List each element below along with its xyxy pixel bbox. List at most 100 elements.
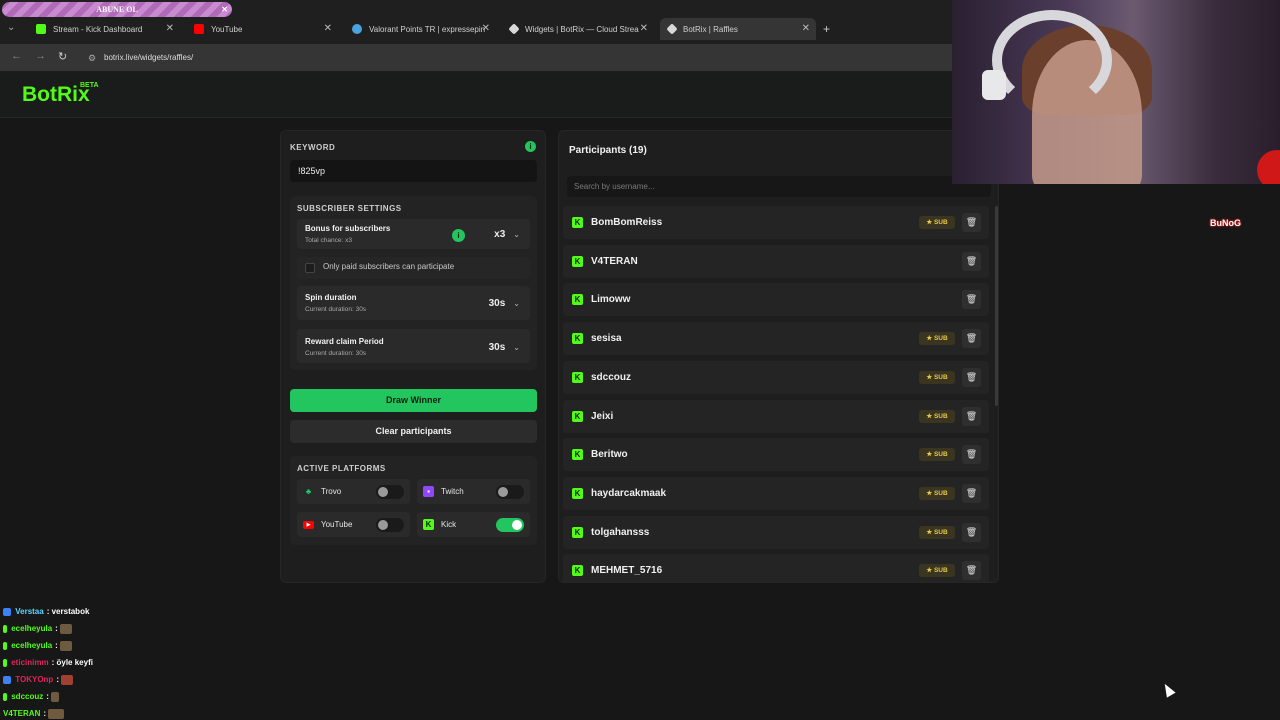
kick-icon: K [572,565,583,577]
sub-badge: ★ SUB [919,564,955,578]
kick-icon [36,24,46,34]
trovo-toggle[interactable] [376,485,404,499]
spin-duration-value: 30s [488,298,506,309]
close-icon[interactable]: ✕ [802,23,810,34]
platform-youtube: ▶ YouTube [297,512,410,537]
participant-name: MEHMET_5716 [591,565,663,577]
sub-badge-text: SUB [933,528,948,536]
new-tab-button[interactable]: + [823,22,830,36]
promo-close-icon[interactable]: ✕ [221,2,228,17]
participant-row: K MEHMET_5716 ★ SUB 🗑 [563,554,989,582]
trash-icon[interactable]: 🗑 [962,406,981,426]
tab-botrix-widgets[interactable]: Widgets | BotRix — Cloud Strea ✕ [502,18,654,40]
address-bar: ← → ↻ ⚙ botrix.live/widgets/raffles/ [0,44,952,71]
close-icon[interactable]: ✕ [324,23,332,34]
reward-claim-value: 30s [488,342,506,353]
tab-botrix-raffles[interactable]: BotRix | Raffles ✕ [660,18,816,40]
draw-winner-button[interactable]: Draw Winner [290,389,537,412]
chat-username: eticinimm [11,658,49,667]
trash-icon[interactable]: 🗑 [962,561,981,581]
cat-ear-headphones [982,70,1006,100]
tab-youtube[interactable]: YouTube ✕ [186,18,338,40]
sub-badge-text: SUB [933,567,948,575]
participants-panel: Participants (19) Search by username... … [558,130,999,583]
info-icon[interactable]: i [452,229,465,242]
badge-icon [3,607,11,616]
participant-name: Beritwo [591,449,628,461]
chat-message: eticinimm: öyle keyfi [3,654,303,671]
participants-search-input[interactable]: Search by username... [567,176,991,197]
close-icon[interactable]: ✕ [166,23,174,34]
kick-icon: K [572,255,583,267]
forward-icon[interactable]: → [35,50,46,62]
close-icon[interactable]: ✕ [640,23,648,34]
sub-badge-text: SUB [933,219,948,226]
trash-icon[interactable]: 🗑 [962,329,981,349]
trash-icon[interactable]: 🗑 [962,483,981,503]
emote-icon [51,691,60,702]
participant-row: K Beritwo ★ SUB 🗑 [563,438,989,472]
tab-kick-dashboard[interactable]: Stream - Kick Dashboard ✕ [28,18,180,40]
bonus-multiplier-dropdown[interactable]: x3 ⌄ [494,229,520,240]
beta-badge: BETA [80,82,99,89]
kick-toggle[interactable] [496,518,524,532]
twitch-toggle[interactable] [496,485,524,499]
sub-badge: ★ SUB [919,370,955,384]
trash-icon[interactable]: 🗑 [962,445,981,465]
platform-label: YouTube [321,520,353,529]
paid-only-setting[interactable]: Only paid subscribers can participate [297,257,530,279]
participants-scrollbar[interactable] [995,206,998,406]
trash-icon[interactable]: 🗑 [962,367,981,387]
keyword-input[interactable]: !825vp [290,160,537,182]
badge-icon [3,675,11,684]
sub-badge: ★ SUB [919,332,955,346]
tab-search-icon[interactable]: ⌄ [7,22,15,33]
tab-title: Widgets | BotRix — Cloud Strea [525,24,639,34]
chat-colon: : [55,624,58,633]
paid-only-checkbox[interactable] [305,263,315,273]
reward-claim-title: Reward claim Period [305,337,384,346]
youtube-icon: ▶ [303,521,314,529]
youtube-toggle[interactable] [376,518,404,532]
promo-banner: ABUNE OL ✕ [2,2,232,17]
platform-label: Trovo [321,487,342,496]
participant-name: Limoww [591,294,631,306]
site-info-icon[interactable]: ⚙ [88,49,96,67]
chevron-down-icon: ⌄ [513,299,520,308]
kick-icon: K [572,487,583,499]
trash-icon[interactable]: 🗑 [962,213,981,232]
tab-title: Stream - Kick Dashboard [53,24,143,34]
chat-message: ecelheyula: [3,620,303,637]
close-icon[interactable]: ✕ [482,23,490,34]
back-icon[interactable]: ← [11,50,22,62]
reward-claim-dropdown[interactable]: 30s ⌄ [489,342,520,353]
sub-badge-text: SUB [933,412,948,420]
chat-colon: : [55,641,58,650]
participant-row: K BomBomReiss ★ SUB 🗑 [563,206,989,239]
trash-icon[interactable]: 🗑 [962,251,981,271]
reload-icon[interactable]: ↻ [58,50,67,63]
chat-colon: : [46,692,49,701]
trash-icon[interactable]: 🗑 [962,522,981,542]
tab-valorant-points[interactable]: Valorant Points TR | expressepin ✕ [344,18,496,40]
chat-message: sdccouz: [3,688,303,705]
chevron-down-icon: ⌄ [513,230,520,239]
promo-banner-text: ABUNE OL [96,5,138,14]
trash-icon[interactable]: 🗑 [962,290,981,310]
spin-duration-subtitle: Current duration: 30s [305,306,367,313]
chat-message: Verstaa: verstabok [3,603,303,620]
badge-icon [3,658,7,667]
active-platforms-label: ACTIVE PLATFORMS [297,464,386,473]
badge-icon [3,624,7,633]
subscriber-settings-label: SUBSCRIBER SETTINGS [297,204,402,213]
sub-badge: ★ SUB [919,448,955,462]
participant-name: V4TERAN [591,255,638,267]
info-icon[interactable]: i [525,141,536,152]
url-field[interactable]: ⚙ botrix.live/widgets/raffles/ [82,49,942,67]
spin-duration-dropdown[interactable]: 30s ⌄ [489,298,520,309]
clear-participants-button[interactable]: Clear participants [290,420,537,443]
browser-tab-bar: ABUNE OL ✕ ⌄ Stream - Kick Dashboard ✕ Y… [0,0,952,44]
participant-name: tolgahansss [591,526,650,538]
sub-badge-text: SUB [933,451,948,459]
sub-badge: ★ SUB [919,409,955,423]
